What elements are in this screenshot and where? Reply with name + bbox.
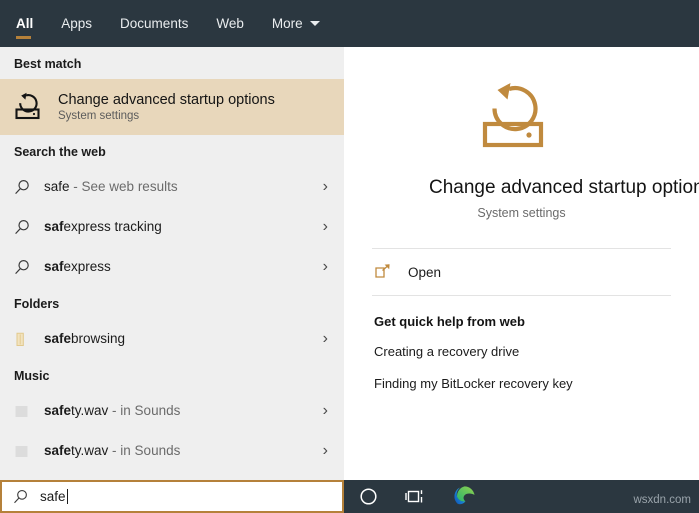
watermark-text: wsxdn.com [633,494,691,506]
quick-help-link-bitlocker-key[interactable]: Finding my BitLocker recovery key [374,376,699,391]
music-file-icon [14,443,44,460]
tab-documents[interactable]: Documents [106,0,202,47]
music-location: - in Sounds [108,443,180,458]
tab-more[interactable]: More [258,0,334,47]
tab-more-label: More [272,16,303,31]
preview-summary: Change advanced startup options System s… [344,47,699,220]
windows-search-panel: All Apps Documents Web More Best match [0,0,699,513]
cortana-circle-icon[interactable] [344,480,392,513]
web-result-query: safe [44,179,70,194]
match-rest: ty.wav [71,443,108,458]
match-prefix: safe [44,443,71,458]
open-label: Open [408,265,441,280]
chevron-down-icon [310,21,320,26]
preview-title: Change advanced startup options [344,177,699,199]
best-match-title: Change advanced startup options [58,92,275,108]
text-cursor [67,489,68,504]
web-result-safexpress-tracking[interactable]: safexpress tracking › [0,207,344,247]
preview-subtitle: System settings [344,206,699,220]
search-icon [14,179,44,196]
music-location: - in Sounds [108,403,180,418]
quick-help-section: Get quick help from web Creating a recov… [344,296,699,391]
tab-all-label: All [16,16,33,31]
match-prefix: saf [44,259,64,274]
recovery-restart-icon [14,92,58,122]
best-match-header: Best match [0,47,344,79]
best-match-subtitle: System settings [58,110,275,122]
quick-help-title: Get quick help from web [374,314,699,329]
music-result-safety-wav-1[interactable]: safety.wav - in Sounds › [0,391,344,431]
search-icon [14,259,44,276]
tab-all[interactable]: All [0,0,47,47]
best-match-result[interactable]: Change advanced startup options System s… [0,79,344,135]
match-rest: express tracking [64,219,162,234]
chevron-right-icon: › [323,179,332,195]
chevron-right-icon: › [323,443,332,459]
tab-documents-label: Documents [120,16,188,31]
section-header-search-the-web: Search the web [0,135,344,167]
search-icon [14,219,44,236]
match-prefix: safe [44,403,71,418]
tab-apps-label: Apps [61,16,92,31]
match-rest: ty.wav [71,403,108,418]
folder-icon [14,331,44,348]
match-rest: express [64,259,111,274]
chevron-right-icon: › [323,403,332,419]
search-icon [13,489,40,505]
tab-web[interactable]: Web [202,0,258,47]
task-view-icon[interactable] [392,480,440,513]
section-header-folders: Folders [0,287,344,319]
music-result-safety-wav-2[interactable]: safety.wav - in Sounds › [0,431,344,471]
chevron-right-icon: › [323,219,332,235]
search-input[interactable]: safe [0,480,344,513]
preview-pane: Change advanced startup options System s… [344,47,699,483]
search-input-value: safe [40,489,66,504]
recovery-restart-icon-large [344,81,699,155]
chevron-right-icon: › [323,259,332,275]
chevron-right-icon: › [323,331,332,347]
match-prefix: safe [44,331,71,346]
folder-result-safebrowsing[interactable]: safebrowsing › [0,319,344,359]
search-results-list: Best match Change advanced startup optio… [0,47,344,483]
match-prefix: saf [44,219,64,234]
quick-help-link-recovery-drive[interactable]: Creating a recovery drive [374,344,699,359]
open-action-button[interactable]: Open [344,249,699,295]
search-filter-tabs: All Apps Documents Web More [0,0,699,47]
web-result-safexpress[interactable]: safexpress › [0,247,344,287]
web-result-suffix: - See web results [70,179,178,194]
taskbar: wsxdn.com [344,480,699,513]
music-file-icon [14,403,44,420]
match-rest: browsing [71,331,125,346]
open-external-icon [374,263,408,281]
tab-apps[interactable]: Apps [47,0,106,47]
web-result-safe[interactable]: safe - See web results › [0,167,344,207]
section-header-music: Music [0,359,344,391]
microsoft-edge-icon[interactable] [440,480,488,513]
tab-web-label: Web [216,16,244,31]
